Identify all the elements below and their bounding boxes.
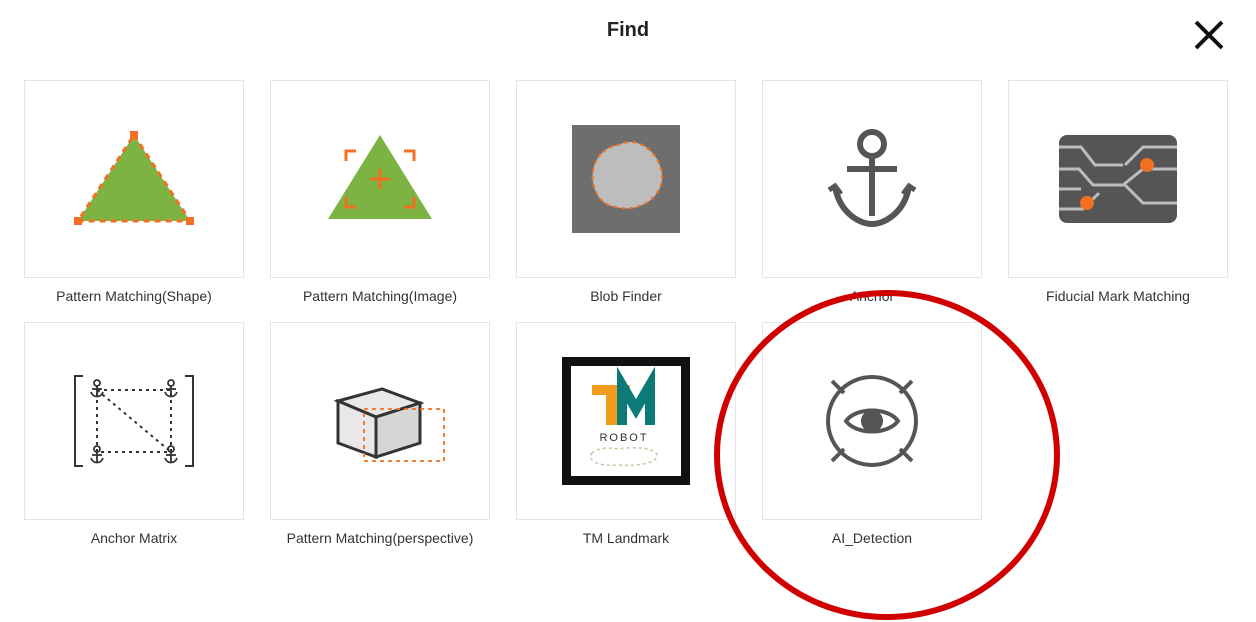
close-button[interactable] [1192, 18, 1226, 52]
card-label: Pattern Matching(perspective) [287, 530, 474, 546]
card-tm-landmark[interactable]: ROBOT [516, 322, 736, 520]
card-anchor[interactable] [762, 80, 982, 278]
cell-ai-detection: AI_Detection [762, 322, 982, 546]
card-fiducial-mark[interactable] [1008, 80, 1228, 278]
dialog-header: Find [0, 0, 1256, 60]
card-anchor-matrix[interactable] [24, 322, 244, 520]
blob-finder-icon [566, 119, 686, 239]
cell-anchor-matrix: Anchor Matrix [24, 322, 244, 546]
find-grid: Pattern Matching(Shape) Pattern Matching… [0, 60, 1256, 546]
card-blob-finder[interactable] [516, 80, 736, 278]
card-pattern-matching-image[interactable] [270, 80, 490, 278]
pattern-shape-icon [74, 129, 194, 229]
card-pattern-matching-perspective[interactable] [270, 322, 490, 520]
card-label: Anchor Matrix [91, 530, 177, 546]
cell-fiducial-mark: Fiducial Mark Matching [1008, 80, 1228, 304]
card-label: Fiducial Mark Matching [1046, 288, 1190, 304]
cell-blob-finder: Blob Finder [516, 80, 736, 304]
cell-pattern-matching-image: Pattern Matching(Image) [270, 80, 490, 304]
anchor-icon [817, 124, 927, 234]
ai-detection-icon [812, 361, 932, 481]
pattern-perspective-icon [310, 371, 450, 471]
fiducial-mark-icon [1053, 129, 1183, 229]
card-label: Pattern Matching(Shape) [56, 288, 212, 304]
cell-anchor: Anchor [762, 80, 982, 304]
close-icon [1192, 18, 1226, 52]
dialog-title: Find [607, 19, 649, 42]
card-pattern-matching-shape[interactable] [24, 80, 244, 278]
cell-pattern-matching-shape: Pattern Matching(Shape) [24, 80, 244, 304]
tm-landmark-subtext: ROBOT [599, 432, 648, 444]
anchor-matrix-icon [69, 366, 199, 476]
card-label: Blob Finder [590, 288, 662, 304]
card-ai-detection[interactable] [762, 322, 982, 520]
cell-tm-landmark: ROBOT TM Landmark [516, 322, 736, 546]
tm-landmark-icon: ROBOT [562, 357, 690, 485]
cell-pattern-matching-perspective: Pattern Matching(perspective) [270, 322, 490, 546]
card-label: Pattern Matching(Image) [303, 288, 457, 304]
card-label: AI_Detection [832, 530, 912, 546]
card-label: Anchor [850, 288, 894, 304]
card-label: TM Landmark [583, 530, 669, 546]
pattern-image-icon [320, 129, 440, 229]
